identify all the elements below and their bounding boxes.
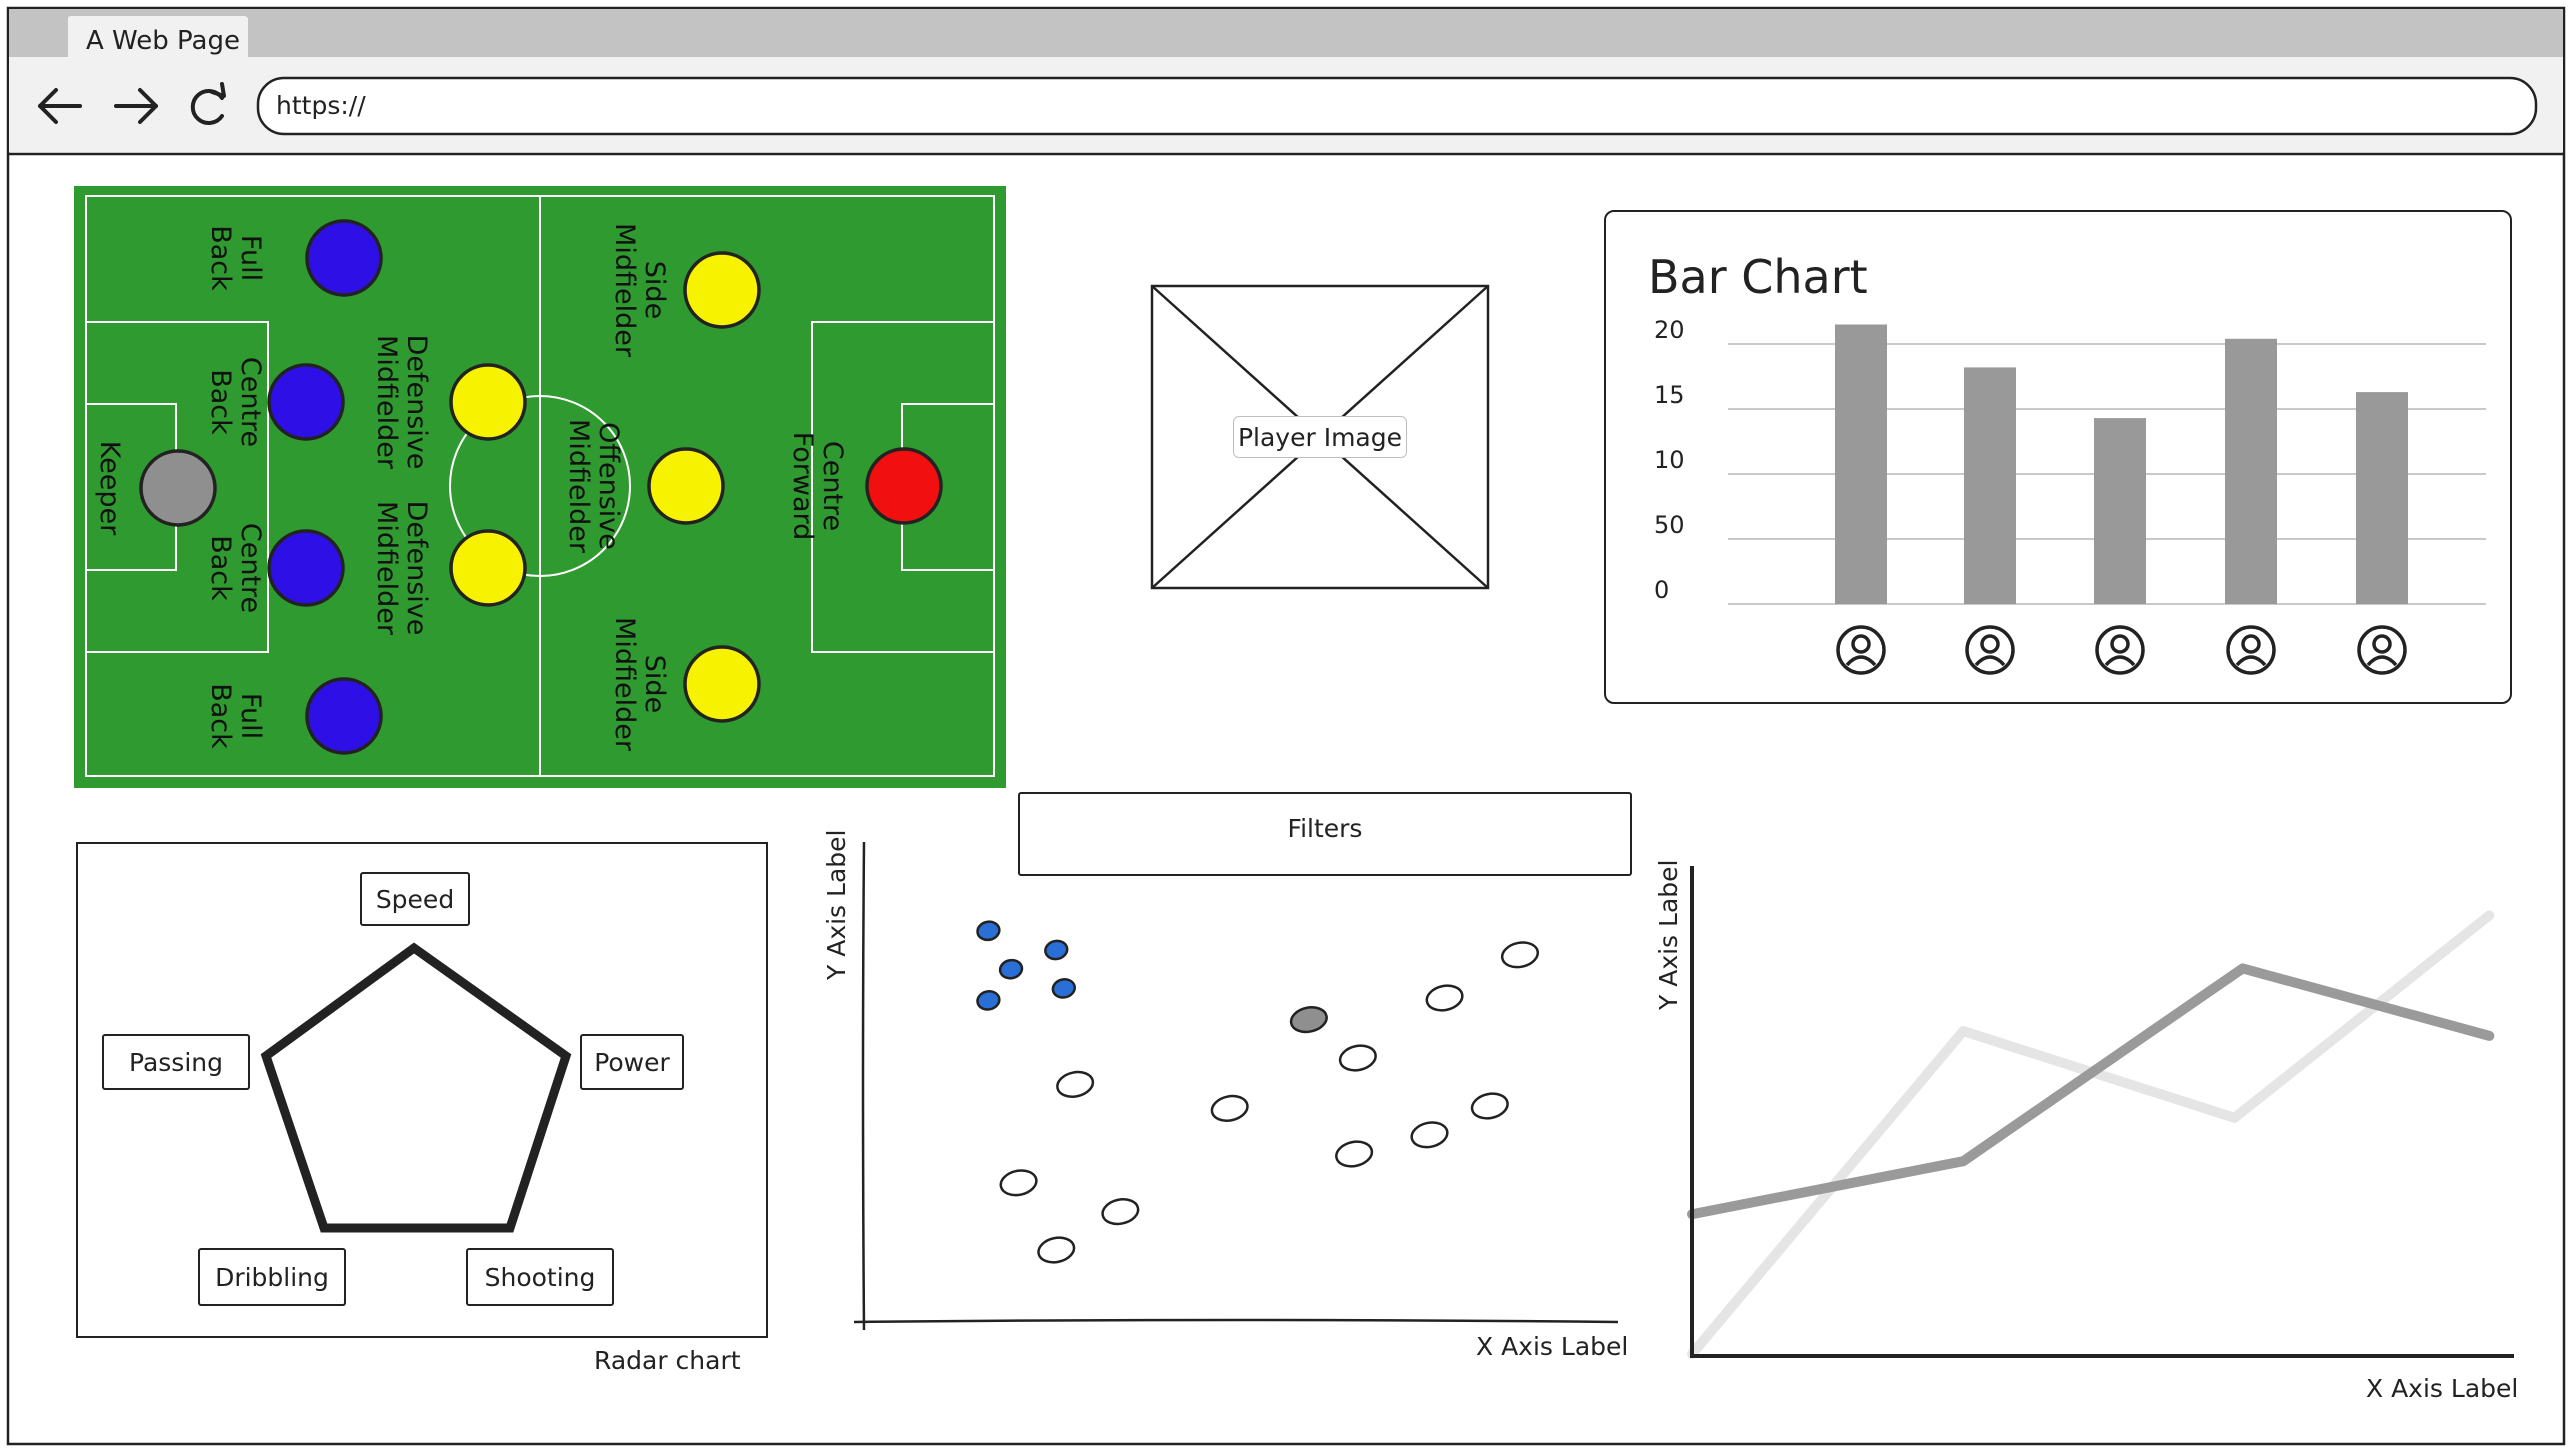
line-series[interactable] [1687,963,2495,1220]
line-chart-y-axis-label: Y Axis Label [1654,859,1683,1010]
line-chart-x-axis-label: X Axis Label [2366,1374,2519,1403]
line-series[interactable] [1687,910,2495,1359]
line-chart [1687,866,2514,1359]
page-root: A Web Page https:// Keeper FullBack Centr [0,0,2572,1452]
